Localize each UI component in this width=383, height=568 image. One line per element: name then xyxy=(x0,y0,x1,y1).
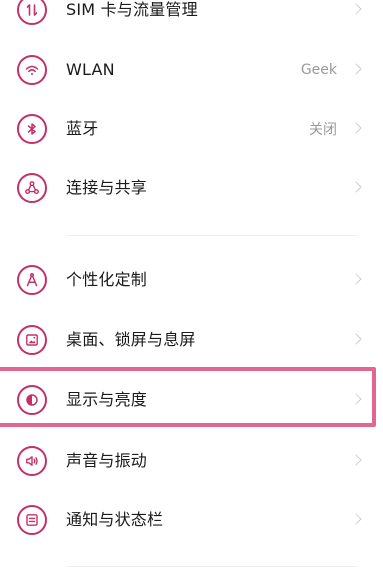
settings-item-label: 声音与振动 xyxy=(66,451,148,470)
settings-item-notification-statusbar[interactable]: 通知与状态栏 xyxy=(0,491,383,549)
settings-item-bluetooth[interactable]: 蓝牙 关闭 xyxy=(0,100,383,158)
chevron-right-icon xyxy=(350,454,362,466)
chevron-right-icon xyxy=(350,181,362,193)
settings-item-label: 个性化定制 xyxy=(66,270,148,289)
wifi-icon xyxy=(17,55,47,85)
chevron-right-icon xyxy=(350,63,362,75)
settings-item-label: 蓝牙 xyxy=(66,119,99,138)
settings-item-sound-vibration[interactable]: 声音与振动 xyxy=(0,432,383,490)
notification-icon xyxy=(17,505,47,535)
settings-item-label: 连接与共享 xyxy=(66,178,148,197)
section-divider xyxy=(66,566,358,567)
settings-item-label: 显示与亮度 xyxy=(66,390,148,409)
sound-icon xyxy=(17,446,47,476)
settings-item-sim[interactable]: SIM 卡与流量管理 xyxy=(0,0,383,39)
chevron-right-icon xyxy=(350,513,362,525)
chevron-right-icon xyxy=(350,273,362,285)
settings-item-personalize[interactable]: 个性化定制 xyxy=(0,251,383,309)
settings-item-value: 关闭 xyxy=(309,122,337,138)
settings-item-display-brightness[interactable]: 显示与亮度 xyxy=(0,371,383,429)
wallpaper-icon xyxy=(17,325,47,355)
settings-item-label: SIM 卡与流量管理 xyxy=(66,0,198,19)
settings-item-label: 桌面、锁屏与息屏 xyxy=(66,330,196,349)
chevron-right-icon xyxy=(350,393,362,405)
chevron-right-icon xyxy=(350,333,362,345)
settings-item-label: WLAN xyxy=(66,60,115,79)
settings-item-connection[interactable]: 连接与共享 xyxy=(0,159,383,217)
chevron-right-icon xyxy=(350,122,362,134)
sim-data-icon xyxy=(17,0,47,25)
share-icon xyxy=(17,173,47,203)
settings-item-label: 通知与状态栏 xyxy=(66,510,164,529)
section-divider xyxy=(66,235,358,236)
settings-item-desktop-lockscreen[interactable]: 桌面、锁屏与息屏 xyxy=(0,311,383,369)
bluetooth-icon xyxy=(17,114,47,144)
settings-item-wlan[interactable]: WLAN Geek xyxy=(0,41,383,99)
personalize-icon xyxy=(17,265,47,295)
chevron-right-icon xyxy=(350,3,362,15)
brightness-icon xyxy=(17,385,47,415)
settings-item-value: Geek xyxy=(300,62,337,78)
